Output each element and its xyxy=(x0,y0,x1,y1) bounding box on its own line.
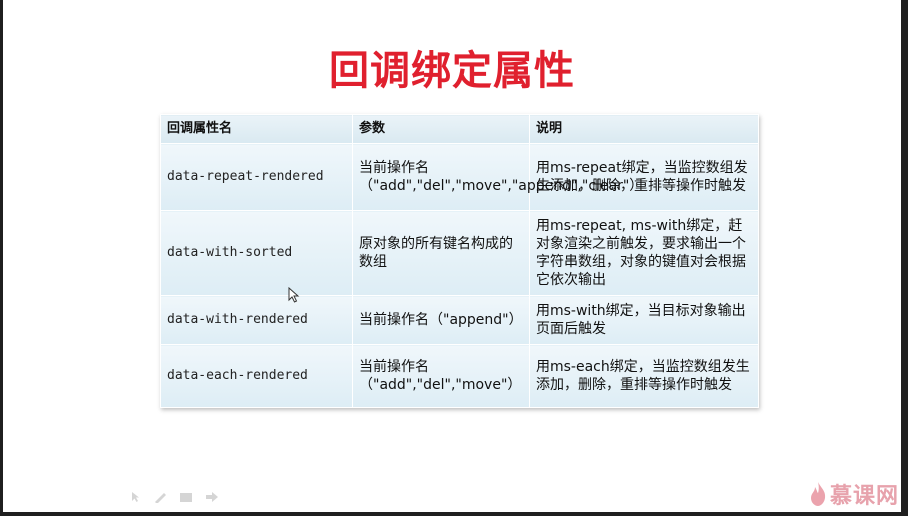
description-cell: 用ms-repeat绑定，当监控数组发生添加，删除，重排等操作时触发 xyxy=(529,143,759,211)
params-cell: 当前操作名（"add","del","move"） xyxy=(352,344,530,408)
arrow-icon[interactable] xyxy=(131,488,141,507)
menu-icon[interactable] xyxy=(179,488,193,507)
header-params: 参数 xyxy=(352,114,530,144)
table-header-row: 回调属性名 参数 说明 xyxy=(160,114,759,144)
imooc-logo: 慕课网 xyxy=(809,478,899,510)
header-attr-name: 回调属性名 xyxy=(160,114,353,144)
mouse-pointer-icon xyxy=(288,287,300,303)
description-cell: 用ms-repeat, ms-with绑定，赶对象渲染之前触发，要求输出一个字符… xyxy=(529,210,759,296)
slide-title: 回调绑定属性 xyxy=(329,48,575,94)
table-row: data-each-rendered 当前操作名（"add","del","mo… xyxy=(160,344,759,408)
pen-icon[interactable] xyxy=(153,488,167,507)
callback-attributes-table: 回调属性名 参数 说明 data-repeat-rendered 当前操作名（"… xyxy=(160,114,759,408)
params-cell: 当前操作名（"add","del","move","append","clear… xyxy=(352,143,643,211)
attr-name-cell: data-repeat-rendered xyxy=(160,143,353,211)
params-cell: 原对象的所有键名构成的数组 xyxy=(352,210,530,296)
header-description: 说明 xyxy=(529,114,759,144)
slideshow-toolbar xyxy=(131,488,219,507)
table-row: data-with-rendered 当前操作名（"append"） 用ms-w… xyxy=(160,295,759,345)
params-cell: 当前操作名（"append"） xyxy=(352,295,530,345)
table-row: data-repeat-rendered 当前操作名（"add","del","… xyxy=(160,143,759,211)
description-cell: 用ms-each绑定，当监控数组发生添加，删除，重排等操作时触发 xyxy=(529,344,759,408)
presentation-slide: 回调绑定属性 回调属性名 参数 说明 data-repeat-rendered … xyxy=(3,0,901,512)
attr-name-cell: data-with-sorted xyxy=(160,210,353,296)
table-row: data-with-sorted 原对象的所有键名构成的数组 用ms-repea… xyxy=(160,210,759,296)
flame-icon xyxy=(811,482,826,506)
description-cell: 用ms-with绑定，当目标对象输出页面后触发 xyxy=(529,295,759,345)
logo-text: 慕课网 xyxy=(830,484,900,509)
attr-name-cell: data-with-rendered xyxy=(160,295,353,345)
next-icon[interactable] xyxy=(205,488,219,507)
attr-name-cell: data-each-rendered xyxy=(160,344,353,408)
